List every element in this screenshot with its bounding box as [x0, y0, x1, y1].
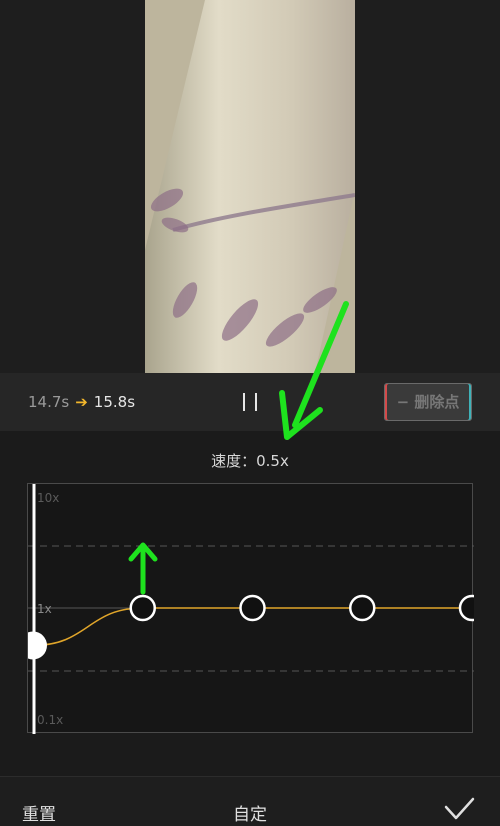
speed-curve-graph[interactable]: 10x 1x 0.1x [28, 484, 474, 734]
tick-label-0.1x: 0.1x [37, 713, 63, 727]
tick-label-1x: 1x [37, 602, 52, 616]
curve-point-3[interactable] [349, 594, 376, 622]
speed-curve-panel[interactable]: 10x 1x 0.1x [27, 483, 474, 734]
checkmark-icon [444, 797, 475, 820]
video-preview-area [0, 0, 500, 373]
curve-point-1[interactable] [129, 594, 156, 622]
confirm-button[interactable] [440, 793, 480, 825]
pause-icon [243, 393, 245, 411]
reset-button[interactable]: 重置 [22, 800, 56, 825]
time-range: 14.7s ➔ 15.8s [28, 393, 135, 411]
tick-label-10x: 10x [37, 491, 59, 505]
bottom-bar: 重置 自定 [0, 776, 500, 826]
pause-button[interactable] [238, 391, 262, 415]
video-frame-image [145, 0, 355, 373]
curve-layer [28, 484, 474, 734]
mode-title: 自定 [233, 805, 267, 825]
curve-point-2[interactable] [239, 594, 266, 622]
time-end: 15.8s [93, 393, 136, 411]
curve-point-4[interactable] [458, 594, 474, 622]
playback-control-bar: 14.7s ➔ 15.8s − 删除点 [0, 373, 500, 431]
speed-curve-editor: 速度：0.5x 10x 1x 0.1x [0, 431, 500, 776]
speed-readout: 速度：0.5x [211, 452, 289, 470]
arrow-right-icon: ➔ [75, 393, 88, 411]
time-start: 14.7s [28, 393, 70, 411]
curve-point-selected[interactable] [28, 631, 47, 660]
delete-point-button[interactable]: − 删除点 [384, 383, 472, 421]
video-frame[interactable] [145, 0, 355, 373]
pause-icon [255, 393, 257, 411]
